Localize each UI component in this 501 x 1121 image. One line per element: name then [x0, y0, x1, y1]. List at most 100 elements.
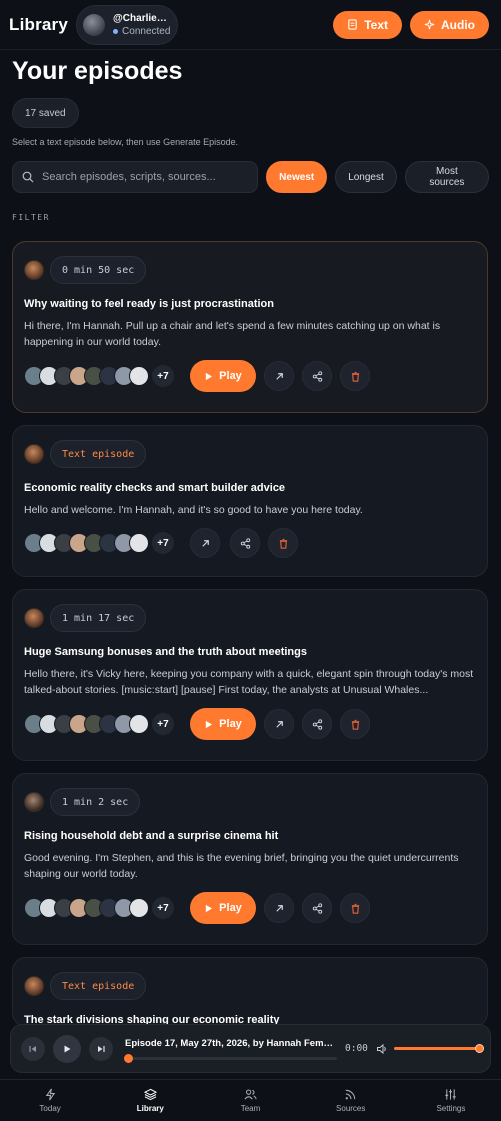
page-title: Your episodes: [12, 57, 183, 85]
play-button[interactable]: Play: [190, 708, 256, 740]
open-button[interactable]: [264, 893, 294, 923]
avatar: [83, 13, 106, 36]
episode-title[interactable]: Economic reality checks and smart builde…: [24, 482, 476, 494]
app-title: Library: [9, 14, 69, 34]
document-icon: [348, 19, 357, 30]
progress-slider[interactable]: [124, 1053, 337, 1063]
hint-text: Select a text episode below, then use Ge…: [12, 137, 239, 147]
episode-title[interactable]: Huge Samsung bonuses and the truth about…: [24, 646, 476, 658]
duration-tag: 1 min 2 sec: [50, 788, 141, 816]
open-button[interactable]: [264, 709, 294, 739]
more-sources-count[interactable]: +7: [152, 532, 174, 554]
share-icon: [312, 370, 322, 382]
source-avatars[interactable]: [24, 714, 149, 734]
new-text-button[interactable]: Text: [333, 10, 402, 39]
play-label: Play: [219, 718, 242, 730]
play-icon: [64, 1045, 71, 1052]
nav-sources[interactable]: Sources: [301, 1080, 401, 1121]
skip-back-icon: [29, 1045, 36, 1052]
share-icon: [312, 718, 322, 730]
nav-today[interactable]: Today: [0, 1080, 100, 1121]
delete-button[interactable]: [340, 361, 370, 391]
episode-card[interactable]: 0 min 50 sec Why waiting to feel ready i…: [12, 241, 488, 413]
episode-description: Hello there, it's Vicky here, keeping yo…: [24, 668, 474, 696]
connection-status: Connected: [113, 25, 171, 38]
play-pause-button[interactable]: [53, 1034, 81, 1063]
previous-button[interactable]: [21, 1036, 45, 1061]
source-avatars[interactable]: [24, 898, 149, 918]
share-button[interactable]: [302, 893, 332, 923]
bottom-nav: Today Library Team Sources Settings: [0, 1079, 501, 1121]
sort-most-sources-button[interactable]: Most sources: [404, 161, 489, 193]
share-icon: [312, 902, 322, 914]
nav-team[interactable]: Team: [200, 1080, 300, 1121]
nav-library[interactable]: Library: [100, 1080, 200, 1121]
episode-card[interactable]: Text episode The stark divisions shaping…: [12, 957, 488, 1027]
text-episode-tag: Text episode: [50, 440, 147, 468]
mini-player: Episode 17, May 27th, 2026, by Hannah Fe…: [10, 1024, 491, 1073]
host-avatar: [24, 976, 44, 996]
play-label: Play: [219, 370, 242, 382]
episode-card[interactable]: 1 min 17 sec Huge Samsung bonuses and th…: [12, 589, 488, 761]
volume-slider[interactable]: [393, 1044, 484, 1053]
time-readout: 0:00: [345, 1043, 368, 1054]
nav-settings[interactable]: Settings: [401, 1080, 501, 1121]
filter-label[interactable]: FILTER: [12, 213, 489, 222]
host-avatar: [24, 608, 44, 628]
share-button[interactable]: [230, 528, 260, 558]
source-avatars[interactable]: [24, 366, 149, 386]
new-audio-button[interactable]: Audio: [410, 10, 489, 39]
open-button[interactable]: [264, 361, 294, 391]
layers-icon: [143, 1088, 157, 1101]
open-button[interactable]: [190, 528, 220, 558]
host-avatar: [24, 260, 44, 280]
play-icon: [205, 372, 213, 380]
new-audio-label: Audio: [441, 17, 475, 32]
arrow-up-right-icon: [201, 539, 209, 547]
play-button[interactable]: Play: [190, 360, 256, 392]
volume-icon[interactable]: [376, 1043, 388, 1055]
trash-icon: [351, 903, 359, 914]
delete-button[interactable]: [340, 893, 370, 923]
trash-icon: [351, 371, 359, 382]
play-label: Play: [219, 902, 242, 914]
share-button[interactable]: [302, 361, 332, 391]
play-button[interactable]: Play: [190, 892, 256, 924]
next-button[interactable]: [89, 1036, 113, 1061]
more-sources-count[interactable]: +7: [152, 897, 174, 919]
delete-button[interactable]: [268, 528, 298, 558]
episode-card[interactable]: Text episode Economic reality checks and…: [12, 425, 488, 577]
sparkle-icon: [424, 19, 435, 30]
more-sources-count[interactable]: +7: [152, 713, 174, 735]
more-sources-count[interactable]: +7: [152, 365, 174, 387]
share-icon: [240, 537, 250, 549]
search-input[interactable]: [42, 171, 249, 183]
arrow-up-right-icon: [275, 720, 283, 728]
episode-card[interactable]: 1 min 2 sec Rising household debt and a …: [12, 773, 488, 945]
share-button[interactable]: [302, 709, 332, 739]
rss-icon: [345, 1089, 356, 1100]
volume-knob[interactable]: [474, 1044, 484, 1053]
source-avatar: [129, 898, 149, 918]
sliders-icon: [445, 1089, 457, 1100]
duration-tag: 0 min 50 sec: [50, 256, 147, 284]
account-handle: @CharlieMa...: [113, 12, 171, 24]
episode-title[interactable]: Rising household debt and a surprise cin…: [24, 830, 476, 842]
arrow-up-right-icon: [275, 904, 283, 912]
nav-today-label: Today: [39, 1104, 61, 1113]
sort-longest-button[interactable]: Longest: [335, 161, 397, 193]
text-episode-tag: Text episode: [50, 972, 147, 1000]
episode-title[interactable]: Why waiting to feel ready is just procra…: [24, 298, 476, 310]
play-icon: [205, 904, 213, 912]
top-bar: Library @CharlieMa... Connected Text Aud…: [0, 0, 501, 50]
sort-newest-button[interactable]: Newest: [266, 161, 328, 193]
status-dot-icon: [113, 28, 119, 34]
source-avatars[interactable]: [24, 533, 149, 553]
episode-description: Hi there, I'm Hannah. Pull up a chair an…: [24, 320, 441, 348]
delete-button[interactable]: [340, 709, 370, 739]
arrow-up-right-icon: [275, 372, 283, 380]
track-title: Episode 17, May 27th, 2026, by Hannah Fe…: [125, 1037, 337, 1049]
progress-knob[interactable]: [124, 1053, 133, 1063]
search-box[interactable]: [12, 161, 259, 193]
account-chip[interactable]: @CharlieMa... Connected: [76, 4, 179, 45]
